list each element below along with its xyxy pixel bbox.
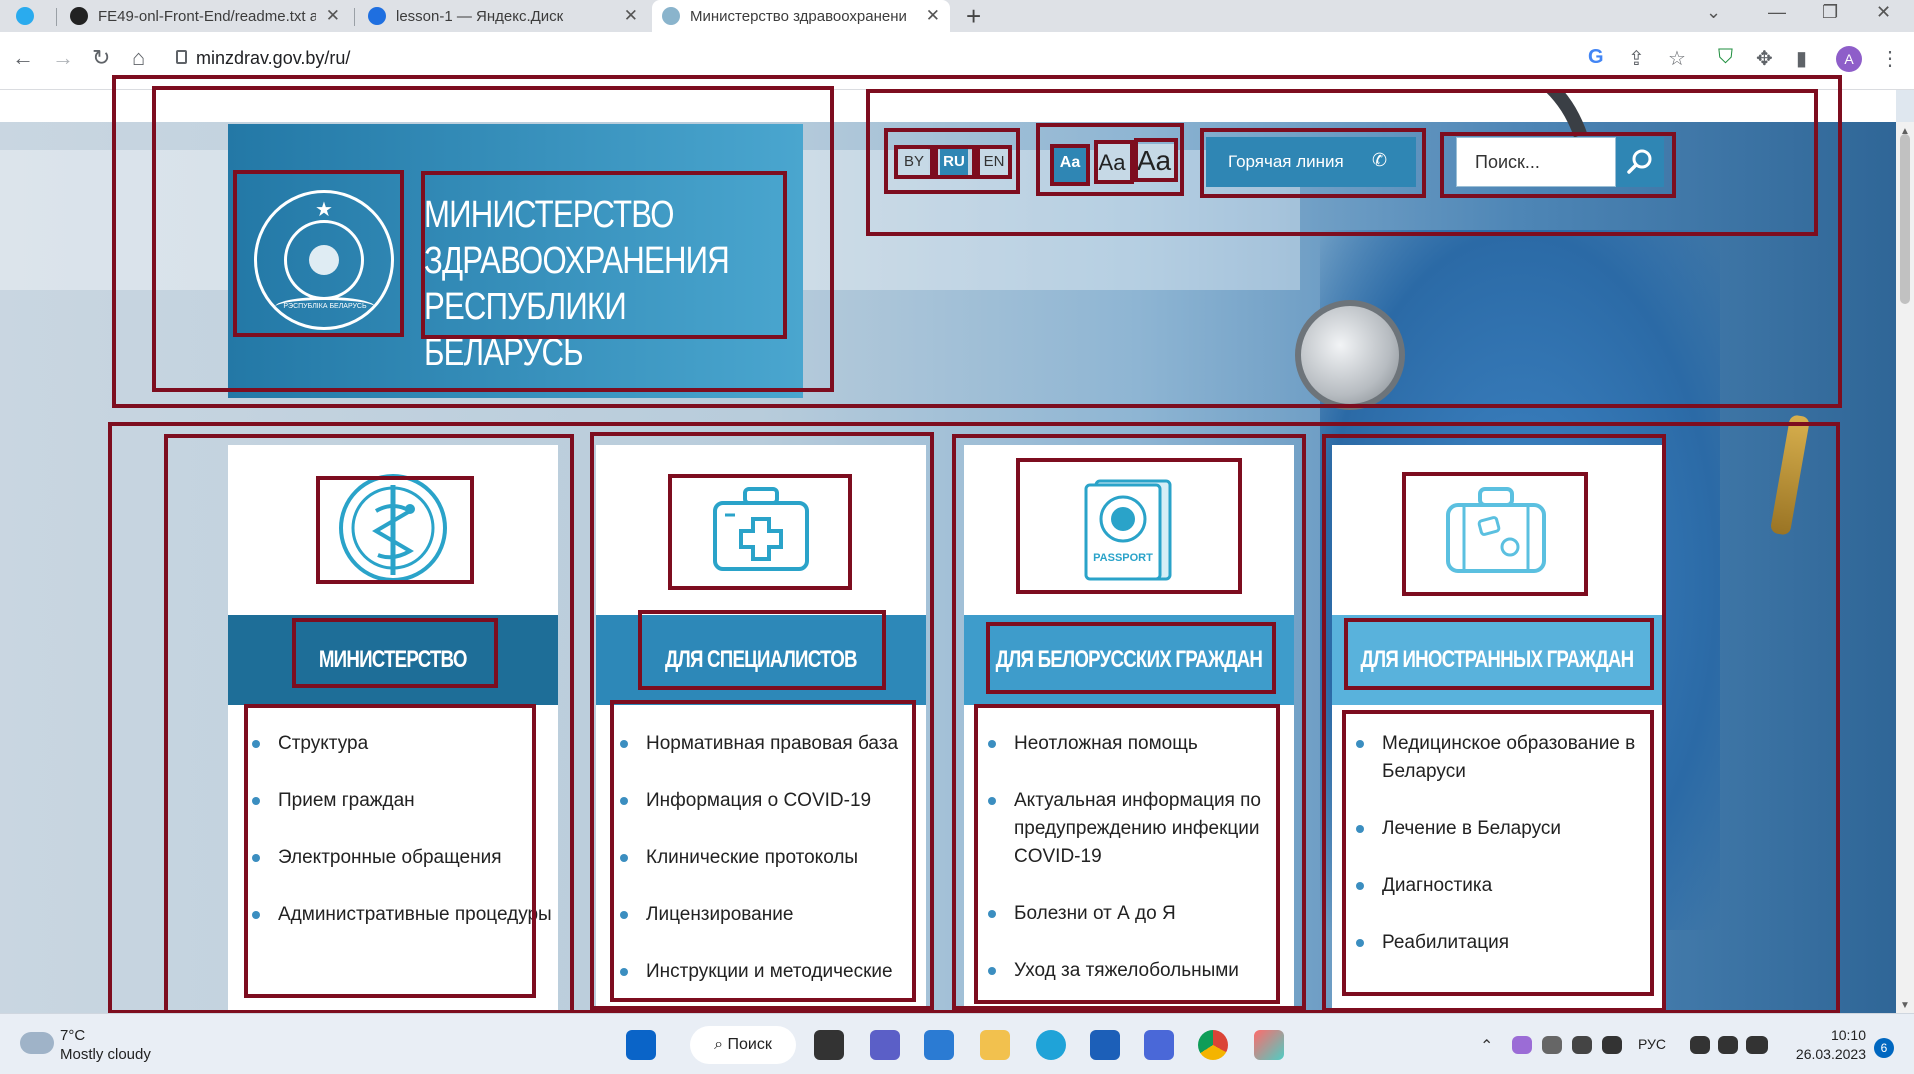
scroll-down-icon[interactable]: ▼: [1900, 1000, 1910, 1011]
network-tray-icon[interactable]: [1572, 1036, 1592, 1054]
taskbar-search-label: Поиск: [727, 1036, 772, 1053]
url-text: minzdrav.gov.by/ru/: [196, 48, 351, 68]
file-explorer-icon[interactable]: [980, 1030, 1010, 1060]
input-language[interactable]: РУС: [1638, 1036, 1666, 1052]
menu-kebab-icon[interactable]: ⋮: [1880, 46, 1900, 71]
cloud-icon: [20, 1032, 54, 1054]
date: 26.03.2023: [1795, 1046, 1866, 1062]
close-icon[interactable]: ✕: [624, 6, 638, 26]
annotation-title-box: [421, 171, 787, 339]
wifi-icon[interactable]: [1690, 1036, 1710, 1054]
tab-title: Министерство здравоохранени: [690, 7, 907, 25]
app-colorful-icon[interactable]: [1254, 1030, 1284, 1060]
forward-icon[interactable]: →: [52, 45, 74, 71]
annotation-title-4-box: [1344, 618, 1654, 690]
url-field[interactable]: minzdrav.gov.by/ru/: [166, 40, 1646, 77]
tab-search-icon[interactable]: ⌄: [1706, 2, 1721, 23]
store-icon[interactable]: [1090, 1030, 1120, 1060]
taskbar-search[interactable]: ⌕ Поиск: [690, 1026, 796, 1064]
chevron-up-icon[interactable]: ⌃: [1480, 1036, 1498, 1055]
bookmark-star-icon[interactable]: ☆: [1668, 46, 1686, 71]
battery-icon[interactable]: [1746, 1036, 1768, 1054]
google-icon[interactable]: G: [1588, 46, 1604, 69]
globe-icon: [662, 7, 680, 25]
temperature: 7°C: [60, 1027, 86, 1044]
tab-telegram[interactable]: [6, 0, 52, 32]
start-icon[interactable]: [626, 1030, 656, 1060]
telegram-icon: [16, 7, 34, 25]
weather-widget[interactable]: 7°C Mostly cloudy: [20, 1026, 151, 1064]
back-icon[interactable]: ←: [12, 45, 34, 71]
annotation-lang-by-box: [894, 145, 934, 179]
scrollbar-thumb[interactable]: [1900, 134, 1910, 304]
new-tab-button[interactable]: +: [966, 1, 981, 32]
annotation-lang-en-box: [976, 145, 1012, 179]
app-icon[interactable]: [1144, 1030, 1174, 1060]
close-window-button[interactable]: ✕: [1876, 2, 1891, 23]
time: 10:10: [1830, 1027, 1866, 1043]
tab-title: FE49-onl-Front-End/readme.txt a: [98, 7, 316, 25]
annotation-list-2-box: [610, 700, 916, 1002]
annotation-font-small-box: [1050, 144, 1090, 186]
annotation-title-1-box: [292, 618, 498, 688]
yandex-disk-icon: [368, 7, 386, 25]
windows-taskbar: 7°C Mostly cloudy ⌕ Поиск ⌃ РУС 10:10 26…: [0, 1013, 1914, 1074]
annotation-lang-ru-box: [934, 145, 976, 179]
avatar[interactable]: A: [1836, 46, 1862, 72]
github-icon: [70, 7, 88, 25]
annotation-list-1-box: [244, 704, 536, 998]
notification-badge[interactable]: 6: [1874, 1038, 1894, 1058]
tab-title: lesson-1 — Яндекс.Диск: [396, 7, 564, 25]
annotation-emblem-box: [233, 170, 404, 337]
close-icon[interactable]: ✕: [326, 6, 340, 26]
edge-icon[interactable]: [1036, 1030, 1066, 1060]
reload-icon[interactable]: ↻: [92, 45, 110, 71]
tab-separator: [56, 8, 57, 26]
annotation-title-2-box: [638, 610, 886, 690]
teams-icon[interactable]: [870, 1030, 900, 1060]
annotation-icon-3-box: [1016, 458, 1242, 594]
clock[interactable]: 10:10 26.03.2023: [1786, 1026, 1866, 1064]
onedrive-icon[interactable]: [1542, 1036, 1562, 1054]
extensions-puzzle-icon[interactable]: ✥: [1756, 46, 1773, 71]
annotation-font-large-box: [1134, 138, 1178, 182]
weather-text: Mostly cloudy: [60, 1046, 151, 1063]
annotation-icon-4-box: [1402, 472, 1588, 596]
tab-yandex-disk[interactable]: lesson-1 — Яндекс.Диск ✕: [358, 0, 648, 32]
browser-tab-bar: FE49-onl-Front-End/readme.txt a ✕ lesson…: [0, 0, 1914, 32]
pen-tray-icon[interactable]: [1512, 1036, 1532, 1054]
annotation-list-3-box: [974, 704, 1280, 1004]
snipping-tool-icon[interactable]: [924, 1030, 954, 1060]
tab-separator: [354, 8, 355, 26]
maximize-button[interactable]: ❐: [1822, 2, 1838, 23]
close-icon[interactable]: ✕: [926, 6, 940, 26]
side-panel-icon[interactable]: ▮: [1796, 46, 1807, 71]
annotation-icon-2-box: [668, 474, 852, 590]
annotation-hotline-box: [1200, 128, 1426, 198]
annotation-font-medium-box: [1094, 140, 1134, 184]
lock-icon: [176, 50, 187, 64]
home-icon[interactable]: ⌂: [132, 45, 145, 71]
tab-github[interactable]: FE49-onl-Front-End/readme.txt a ✕: [60, 0, 350, 32]
annotation-icon-1-box: [316, 476, 474, 584]
chrome-icon[interactable]: [1198, 1030, 1228, 1060]
stats-tray-icon[interactable]: [1602, 1036, 1622, 1054]
task-view-icon[interactable]: [814, 1030, 844, 1060]
annotation-list-4-box: [1342, 710, 1654, 996]
share-icon[interactable]: ⇪: [1628, 46, 1645, 71]
volume-icon[interactable]: [1718, 1036, 1738, 1054]
annotation-title-3-box: [986, 622, 1276, 694]
annotation-search-box: [1440, 132, 1676, 198]
minimize-button[interactable]: —: [1768, 2, 1786, 23]
shield-extension-icon[interactable]: ⛉: [1718, 46, 1733, 69]
scroll-up-icon[interactable]: ▲: [1900, 126, 1910, 137]
tab-minzdrav[interactable]: Министерство здравоохранени ✕: [652, 0, 950, 32]
